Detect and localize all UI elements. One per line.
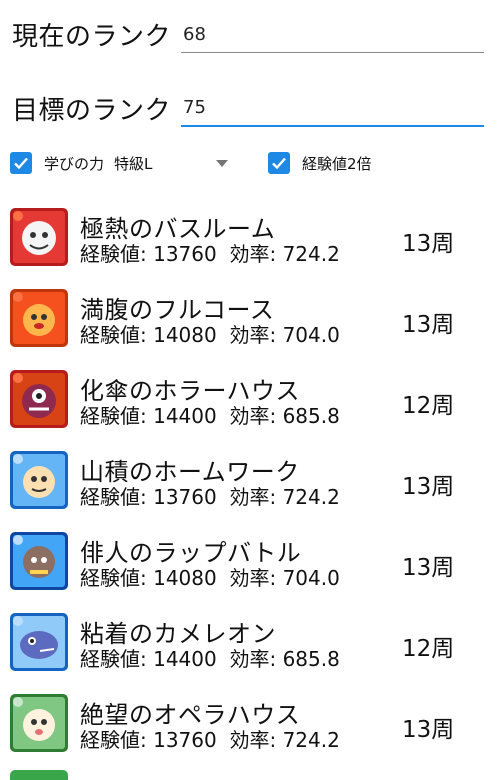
- stage-stats: 経験値: 14400 効率: 685.8: [80, 643, 340, 672]
- exp-value: 14400: [153, 647, 217, 671]
- exp-value: 14400: [153, 404, 217, 428]
- lap-count: 13周: [402, 312, 455, 338]
- efficiency-value: 724.2: [282, 485, 340, 509]
- efficiency-label: 効率:: [229, 323, 277, 347]
- learning-power-select-value: 特級L: [114, 154, 153, 173]
- lap-count: 13周: [402, 717, 455, 743]
- learning-power-label: 学びの力: [44, 154, 105, 173]
- stage-stats: 経験値: 14080 効率: 704.0: [80, 562, 340, 591]
- efficiency-label: 効率:: [229, 647, 277, 671]
- lap-count: 12周: [402, 636, 455, 662]
- list-item[interactable]: 満腹のフルコース 経験値: 14080 効率: 704.0 13周: [0, 281, 500, 362]
- efficiency-label: 効率:: [229, 242, 277, 266]
- efficiency-value: 724.2: [282, 242, 340, 266]
- stage-stats: 経験値: 14400 効率: 685.8: [80, 400, 340, 429]
- current-rank-input[interactable]: 68: [181, 24, 484, 53]
- exp-label: 経験値:: [80, 728, 147, 752]
- current-rank-label: 現在のランク: [12, 22, 172, 52]
- fire-monster-icon: [10, 208, 68, 266]
- list-item[interactable]: 山積のホームワーク 経験値: 13760 効率: 724.2 13周: [0, 443, 500, 524]
- water-monster-icon: [10, 532, 68, 590]
- lap-count: 13周: [402, 555, 455, 581]
- efficiency-value: 704.0: [282, 566, 340, 590]
- fire-monster-icon: [10, 289, 68, 347]
- exp-label: 経験値:: [80, 647, 147, 671]
- efficiency-label: 効率:: [229, 485, 277, 509]
- list-item[interactable]: 極熱のバスルーム 経験値: 13760 効率: 724.2 13周: [0, 200, 500, 281]
- options-row: 学びの力 特級L 経験値2倍: [10, 148, 490, 178]
- efficiency-value: 724.2: [282, 728, 340, 752]
- lap-count: 13周: [402, 474, 455, 500]
- efficiency-value: 685.8: [282, 404, 340, 428]
- current-rank-row: 現在のランク 68: [12, 16, 484, 53]
- stage-list: 極熱のバスルーム 経験値: 13760 効率: 724.2 13周 満腹のフルコ…: [0, 200, 500, 767]
- water-monster-icon: [10, 613, 68, 671]
- exp-label: 経験値:: [80, 404, 147, 428]
- learning-power-checkbox[interactable]: [10, 152, 32, 174]
- efficiency-value: 704.0: [282, 323, 340, 347]
- exp-double-checkbox[interactable]: [268, 152, 291, 174]
- list-item[interactable]: 粘着のカメレオン 経験値: 14400 効率: 685.8 12周: [0, 605, 500, 686]
- stage-stats: 経験値: 13760 効率: 724.2: [80, 724, 340, 753]
- lap-count: 12周: [402, 393, 455, 419]
- efficiency-value: 685.8: [282, 647, 340, 671]
- exp-value: 14080: [153, 566, 217, 590]
- target-rank-input[interactable]: 75: [181, 97, 484, 127]
- fire-monster-icon: [10, 370, 68, 428]
- exp-value: 13760: [153, 485, 217, 509]
- exp-label: 経験値:: [80, 566, 147, 590]
- list-item[interactable]: 絶望のオペラハウス 経験値: 13760 効率: 724.2 13周: [0, 686, 500, 767]
- lap-count: 13周: [402, 231, 455, 257]
- check-icon: [272, 157, 286, 170]
- exp-value: 14080: [153, 323, 217, 347]
- list-item[interactable]: 俳人のラップバトル 経験値: 14080 効率: 704.0 13周: [0, 524, 500, 605]
- next-item-avatar-partial: [10, 770, 68, 780]
- exp-label: 経験値:: [80, 323, 147, 347]
- dropdown-arrow-icon: [216, 159, 229, 167]
- efficiency-label: 効率:: [229, 404, 277, 428]
- exp-label: 経験値:: [80, 485, 147, 509]
- wood-monster-icon: [10, 694, 68, 752]
- target-rank-row: 目標のランク 75: [12, 90, 484, 127]
- learning-power-select[interactable]: 特級L: [114, 153, 234, 174]
- list-item[interactable]: 化傘のホラーハウス 経験値: 14400 効率: 685.8 12周: [0, 362, 500, 443]
- stage-stats: 経験値: 13760 効率: 724.2: [80, 481, 340, 510]
- exp-value: 13760: [153, 242, 217, 266]
- efficiency-label: 効率:: [229, 728, 277, 752]
- exp-value: 13760: [153, 728, 217, 752]
- exp-label: 経験値:: [80, 242, 147, 266]
- efficiency-label: 効率:: [229, 566, 277, 590]
- exp-double-label: 経験値2倍: [302, 154, 372, 173]
- target-rank-label: 目標のランク: [12, 96, 172, 126]
- stage-stats: 経験値: 14080 効率: 704.0: [80, 319, 340, 348]
- stage-stats: 経験値: 13760 効率: 724.2: [80, 238, 340, 267]
- check-icon: [14, 157, 28, 170]
- water-monster-icon: [10, 451, 68, 509]
